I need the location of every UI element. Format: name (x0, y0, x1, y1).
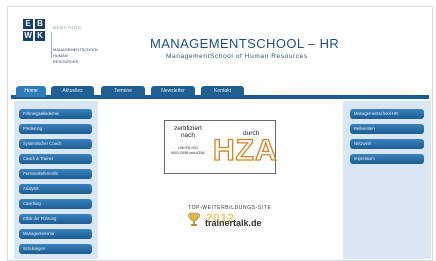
sidebar-item-fuehrungsakademie[interactable]: Führungsakademie (19, 109, 92, 119)
certification-badge[interactable]: zertifiziert nach DIN EN ISO 9001:2008 u… (164, 120, 278, 174)
sidebar-item-systemischer-coach[interactable]: Systemischer Coach (19, 139, 92, 149)
sidebar-item-managerseminar[interactable]: Managerseminar (19, 229, 92, 239)
sidebar-item-coaching[interactable]: Coaching (19, 199, 92, 209)
sidebar-item-referenten[interactable]: Referenten (350, 124, 424, 134)
logo-letter-e: E (23, 19, 33, 29)
sidebar-item-foerderung[interactable]: Förderung (19, 124, 92, 134)
page-title: MANAGEMENTSCHOOL – HR (150, 36, 340, 51)
hza-logo: HZA (212, 133, 278, 167)
tab-aktuelles[interactable]: Aktuelles (51, 86, 94, 97)
sidebar-item-impressum[interactable]: Impressum (350, 154, 424, 164)
sidebar-item-managementschool[interactable]: Managementschool-HR (350, 109, 424, 119)
logo-divider (51, 32, 52, 58)
logo-letter-w: W (23, 31, 33, 41)
award-site-link[interactable]: trainertalk.de (205, 218, 262, 228)
right-sidebar: Managementschool-HR Referenten Netzwerk … (343, 101, 431, 259)
badge-nach-text: nach (180, 132, 196, 139)
tab-kontakt[interactable]: Kontakt (201, 86, 244, 97)
sidebar-item-schulungen[interactable]: Schulungen (19, 244, 92, 254)
page-subtitle: ManagementSchool of Human Resources (166, 53, 308, 60)
main-nav: Home Aktuelles Termine Newsletter Kontak… (11, 86, 431, 99)
logo-line-3: RESOURCES (53, 59, 79, 64)
badge-standard-text: DIN EN ISO 9001:2008 und AZAV (171, 146, 205, 155)
sidebar-item-personalreferent[interactable]: Personalreferent/in (19, 169, 92, 179)
logo-line-2: HUMAN (53, 53, 68, 58)
sidebar-item-ethik[interactable]: Ethik der Führung (19, 214, 92, 224)
badge-certified-text: zertifiziert (174, 125, 202, 132)
left-sidebar: Führungsakademie Förderung Systemischer … (14, 101, 98, 259)
tab-newsletter[interactable]: Newsletter (151, 86, 195, 97)
logo-letter-k: K (35, 31, 45, 41)
logo-letter-b: B (35, 19, 45, 29)
trophy-icon (188, 212, 200, 226)
site-logo[interactable]: E B W K BERATUNG MANAGEMENTSCHOOL HUMAN … (23, 19, 103, 75)
tab-home[interactable]: Home (16, 86, 46, 97)
sidebar-item-netzwerk[interactable]: Netzwerk (350, 139, 424, 149)
sidebar-item-analysis[interactable]: Analysis (19, 184, 92, 194)
tab-termine[interactable]: Termine (101, 86, 145, 97)
logo-tagline: BERATUNG (53, 25, 82, 30)
sidebar-item-coach-trainer[interactable]: Coach & Trainer (19, 154, 92, 164)
logo-line-1: MANAGEMENTSCHOOL (53, 47, 99, 52)
